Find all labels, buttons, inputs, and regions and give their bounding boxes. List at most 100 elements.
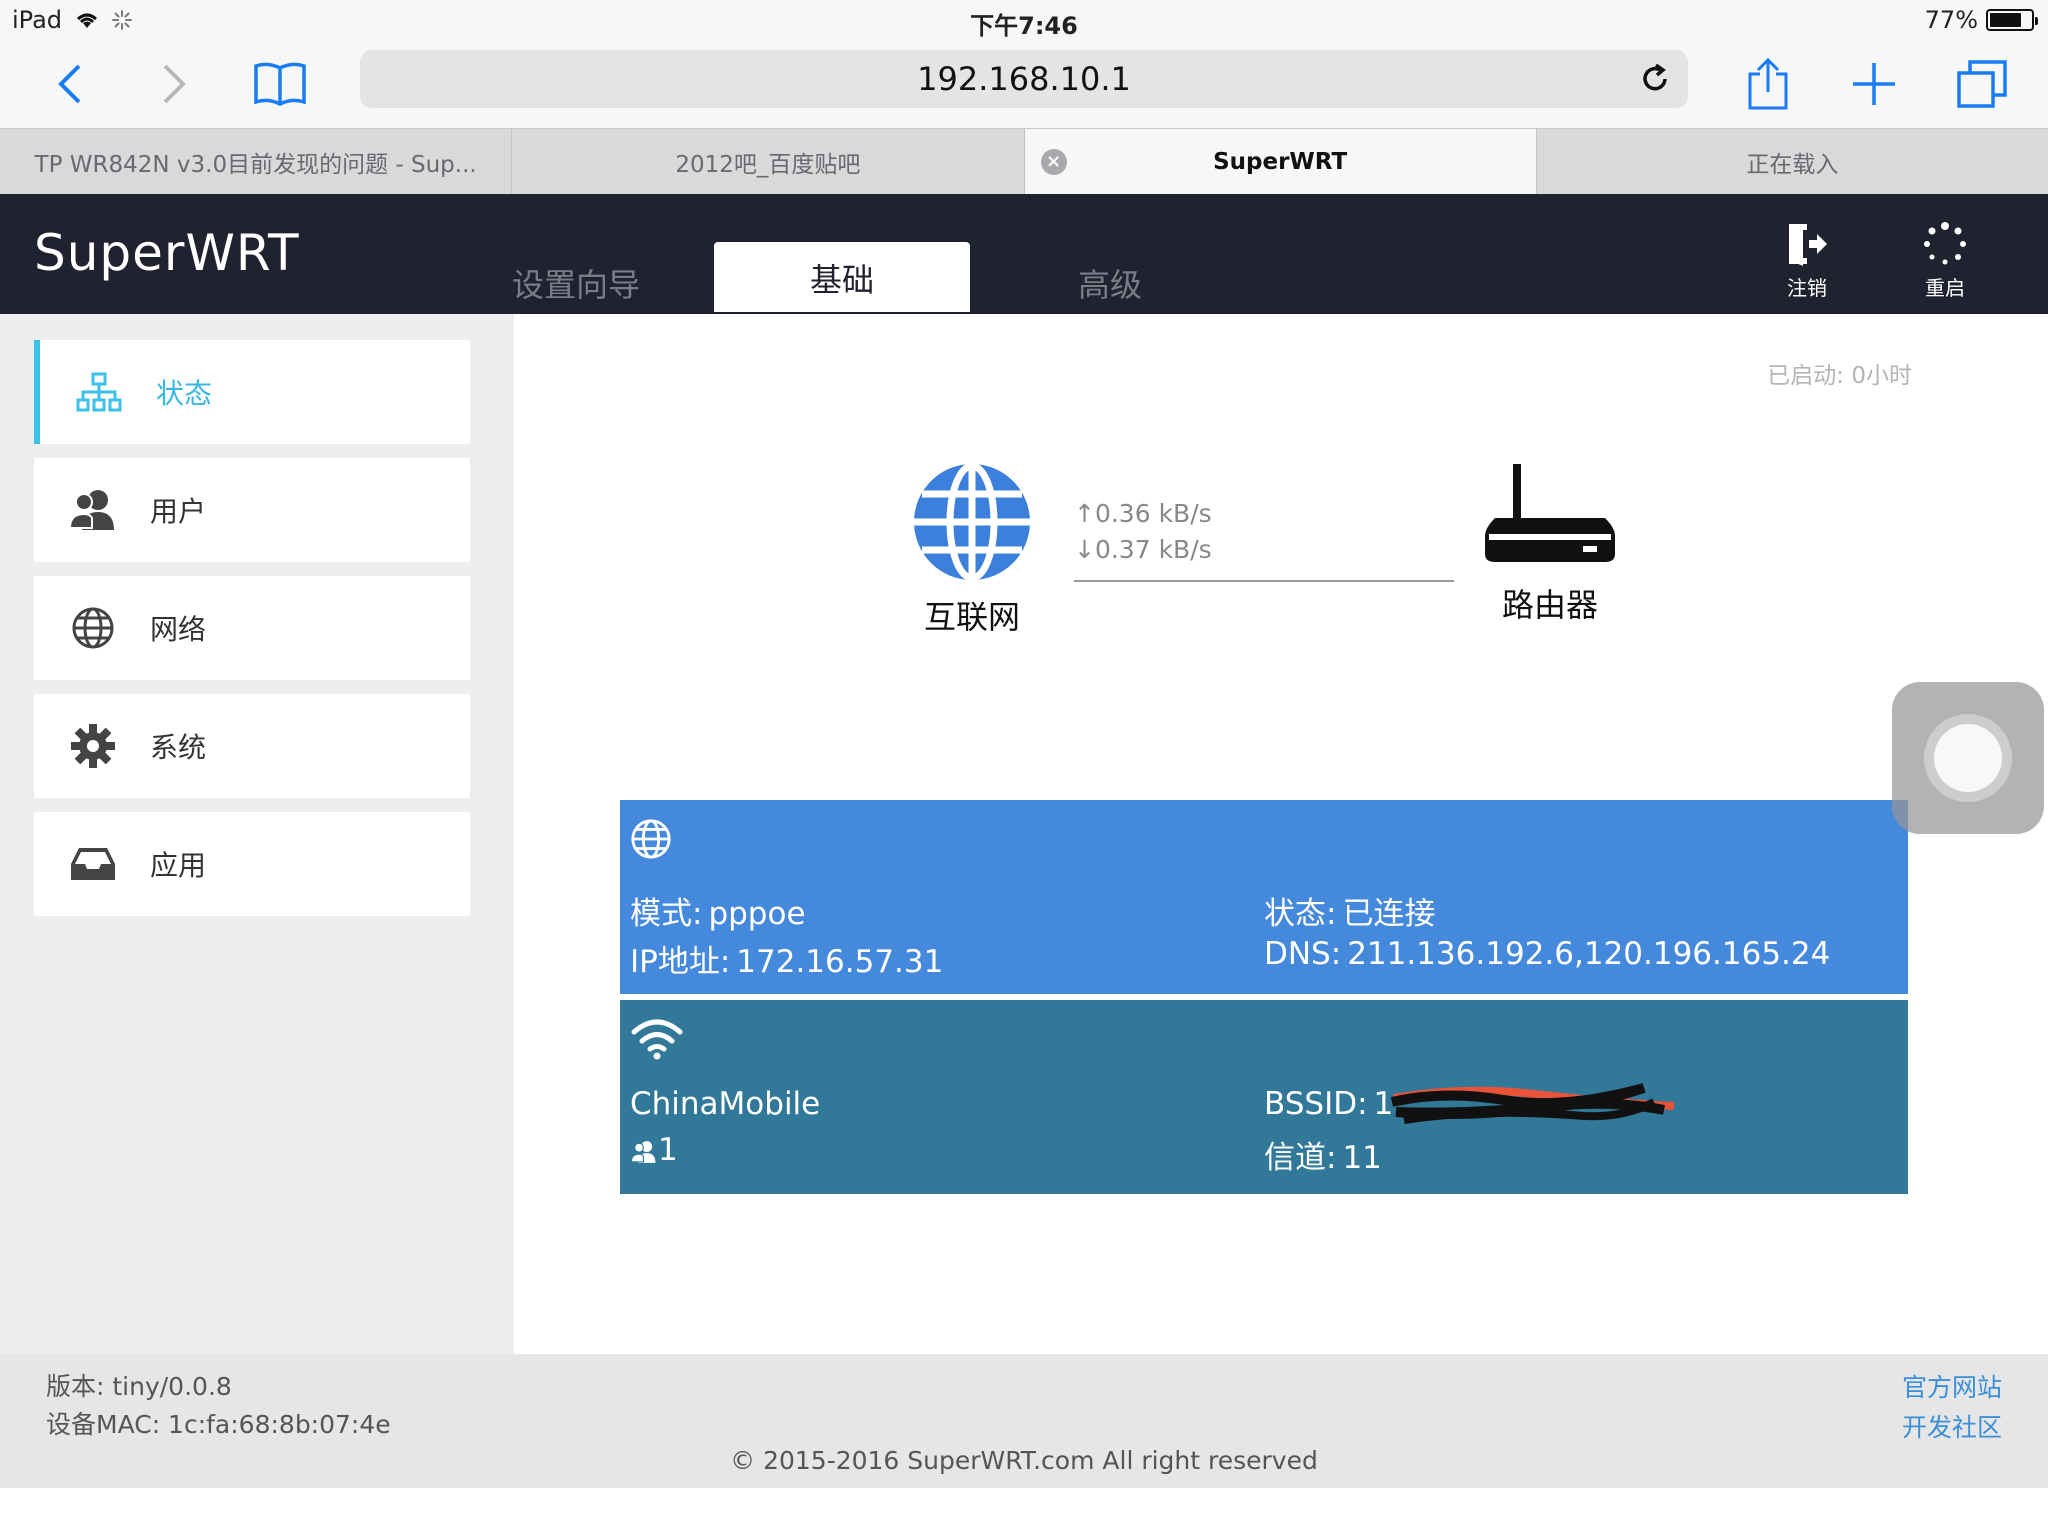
wan-mode-value: pppoe bbox=[708, 896, 806, 932]
wifi-status-card: ChinaMobile 1 BSSID: 1 信道: 11 bbox=[620, 1000, 1908, 1194]
sign-out-icon bbox=[1789, 224, 1827, 266]
wifi-channel-value: 11 bbox=[1342, 1140, 1382, 1176]
tab-label: 2012吧_百度贴吧 bbox=[675, 152, 861, 178]
reload-icon[interactable] bbox=[1638, 62, 1672, 96]
wifi-ssid: ChinaMobile bbox=[630, 1086, 821, 1122]
arrow-down-icon: ↓ bbox=[1074, 535, 1095, 564]
sidebar-item-network[interactable]: 网络 bbox=[34, 576, 470, 680]
bookmarks-button[interactable] bbox=[248, 54, 312, 114]
forward-button[interactable] bbox=[142, 54, 206, 114]
firmware-version: 版本: tiny/0.0.8 bbox=[46, 1372, 232, 1401]
wan-mode-key: 模式: bbox=[630, 896, 703, 932]
community-link[interactable]: 开发社区 bbox=[1902, 1408, 2002, 1448]
sidebar-item-label: 应用 bbox=[150, 849, 207, 882]
wan-status-card: 模式: pppoe IP地址: 172.16.57.31 状态: 已连接 DNS: 21… bbox=[620, 800, 1908, 994]
upload-speed: ↑0.36 kB/s bbox=[1074, 496, 1454, 532]
battery-icon bbox=[1986, 9, 2038, 31]
main-content: 已启动: 0小时 互联网 ↑0.36 kB/s ↓0.37 kB/s 路由器 模… bbox=[514, 314, 2048, 1354]
sidebar-item-apps[interactable]: 应用 bbox=[34, 812, 470, 916]
wan-dns: DNS: 211.136.192.6,120.196.165.24 bbox=[1264, 936, 1830, 972]
sidebar-item-label: 网络 bbox=[150, 613, 207, 646]
footer: 版本: tiny/0.0.8 设备MAC: 1c:fa:68:8b:07:4e … bbox=[0, 1354, 2048, 1488]
inbox-icon bbox=[66, 846, 120, 882]
download-speed: ↓0.37 kB/s bbox=[1074, 532, 1454, 568]
official-site-link[interactable]: 官方网站 bbox=[1902, 1368, 2002, 1408]
address-bar[interactable]: 192.168.10.1 bbox=[360, 50, 1688, 108]
redaction-scribble bbox=[1390, 1083, 1675, 1124]
wifi-icon bbox=[631, 1019, 683, 1060]
battery-fill bbox=[1990, 13, 2021, 27]
share-icon bbox=[1748, 57, 1788, 110]
wan-mode: 模式: pppoe bbox=[630, 888, 806, 933]
sidebar-item-users[interactable]: 用户 bbox=[34, 458, 470, 562]
tab-basic[interactable]: 基础 bbox=[714, 242, 970, 312]
logout-label: 注销 bbox=[1787, 276, 1827, 300]
sidebar-item-label: 状态 bbox=[156, 377, 213, 410]
router-label: 路由器 bbox=[1501, 586, 1598, 624]
browser-tab-3[interactable]: × SuperWRT bbox=[1024, 129, 1537, 195]
tab-advanced[interactable]: 高级 bbox=[982, 242, 1238, 312]
tab-setup-wizard[interactable]: 设置向导 bbox=[448, 242, 704, 312]
book-icon bbox=[254, 62, 306, 106]
browser-tab-4[interactable]: 正在载入 bbox=[1537, 129, 2048, 195]
globe-icon bbox=[66, 606, 120, 650]
wifi-channel-key: 信道: bbox=[1264, 1140, 1337, 1176]
browser-toolbar: 192.168.10.1 bbox=[0, 42, 2048, 128]
wifi-bssid-key: BSSID: bbox=[1264, 1086, 1368, 1122]
sidebar-item-system[interactable]: 系统 bbox=[34, 694, 470, 798]
spinner-icon bbox=[1924, 222, 1966, 265]
wan-ip: IP地址: 172.16.57.31 bbox=[630, 936, 943, 981]
wifi-clients: 1 bbox=[630, 1132, 678, 1168]
upload-value: 0.36 kB/s bbox=[1094, 499, 1212, 528]
wifi-bssid: BSSID: 1 bbox=[1264, 1083, 1675, 1124]
back-button[interactable] bbox=[38, 54, 102, 114]
battery-percent: 77% bbox=[1924, 6, 1978, 34]
sitemap-icon bbox=[72, 372, 126, 412]
internet-label: 互联网 bbox=[923, 598, 1020, 636]
wan-ip-key: IP地址: bbox=[630, 944, 731, 980]
download-value: 0.37 kB/s bbox=[1094, 535, 1212, 564]
wan-status: 状态: 已连接 bbox=[1264, 888, 1435, 933]
chevron-right-icon bbox=[163, 64, 186, 104]
assistive-touch-button[interactable] bbox=[1892, 682, 2044, 834]
status-bar-right: 77% bbox=[1924, 6, 2038, 34]
wan-status-key: 状态: bbox=[1264, 896, 1337, 932]
users-icon bbox=[66, 488, 120, 532]
tabs-overview-button[interactable] bbox=[1950, 54, 2014, 114]
router-node: 路由器 bbox=[1480, 462, 1620, 626]
internet-node: 互联网 bbox=[902, 460, 1042, 638]
reboot-button[interactable]: 重启 bbox=[1900, 222, 1990, 301]
gear-icon bbox=[66, 723, 120, 769]
users-icon bbox=[630, 1140, 656, 1163]
share-button[interactable] bbox=[1736, 54, 1800, 114]
logout-button[interactable]: 注销 bbox=[1762, 222, 1852, 301]
wan-dns-value: 211.136.192.6,120.196.165.24 bbox=[1347, 936, 1831, 972]
plus-icon bbox=[1853, 63, 1895, 105]
sidebar-item-label: 用户 bbox=[150, 495, 207, 528]
status-time: 下午7:46 bbox=[970, 12, 1078, 40]
sidebar-item-status[interactable]: 状态 bbox=[34, 340, 470, 444]
browser-tab-2[interactable]: 2012吧_百度贴吧 bbox=[512, 129, 1025, 195]
wan-dns-key: DNS: bbox=[1264, 936, 1342, 972]
footer-links: 官方网站 开发社区 bbox=[1902, 1368, 2002, 1448]
wifi-channel: 信道: 11 bbox=[1264, 1132, 1382, 1177]
status-bar: iPad 下午7:46 77% bbox=[0, 0, 2048, 42]
copyright: © 2015-2016 SuperWRT.com All right reser… bbox=[730, 1446, 1318, 1475]
wan-status-value: 已连接 bbox=[1342, 896, 1436, 932]
arrow-up-icon: ↑ bbox=[1074, 499, 1095, 528]
traffic-speed: ↑0.36 kB/s ↓0.37 kB/s bbox=[1074, 496, 1454, 582]
browser-tabs: TP WR842N v3.0目前发现的问题 - Sup... 2012吧_百度贴… bbox=[0, 128, 2048, 195]
close-tab-icon[interactable]: × bbox=[1040, 149, 1067, 175]
wan-ip-value: 172.16.57.31 bbox=[736, 944, 944, 980]
new-tab-button[interactable] bbox=[1842, 54, 1906, 114]
globe-icon bbox=[631, 819, 671, 859]
tab-label: TP WR842N v3.0目前发现的问题 - Sup... bbox=[34, 152, 477, 178]
url-text: 192.168.10.1 bbox=[917, 60, 1131, 98]
browser-tab-1[interactable]: TP WR842N v3.0目前发现的问题 - Sup... bbox=[0, 129, 513, 195]
globe-icon bbox=[914, 462, 1030, 582]
router-icon bbox=[1485, 464, 1615, 562]
sidebar: 状态 用户 网络 系统 应用 bbox=[0, 314, 514, 1354]
app-header: SuperWRT 设置向导 基础 高级 注销 重启 bbox=[0, 194, 2048, 314]
sidebar-item-label: 系统 bbox=[150, 731, 207, 764]
version-info: 版本: tiny/0.0.8 设备MAC: 1c:fa:68:8b:07:4e bbox=[46, 1368, 391, 1444]
